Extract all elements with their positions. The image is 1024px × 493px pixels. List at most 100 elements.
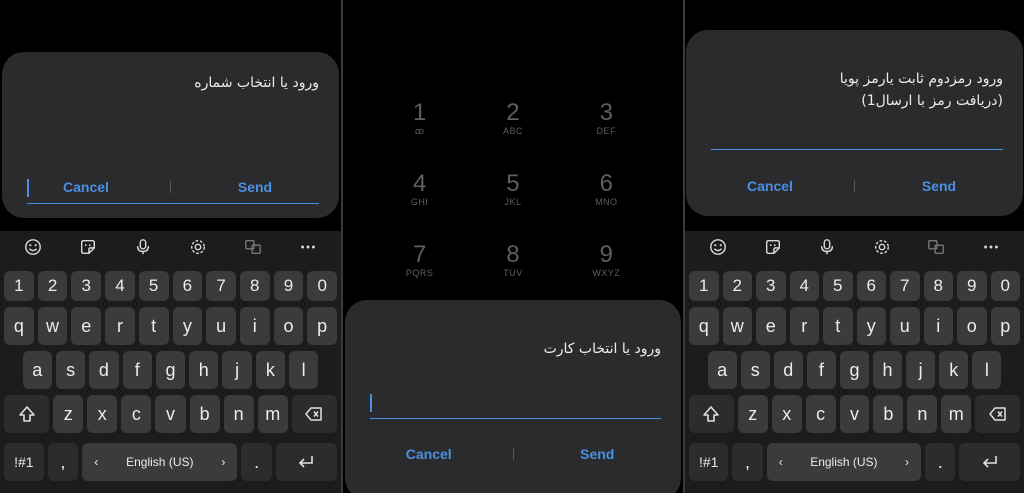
dialpad-key-2[interactable]: 2 ABC [483, 100, 543, 137]
dialpad-key-4[interactable]: 4 GHI [390, 171, 450, 208]
key-0[interactable]: 0 [990, 271, 1020, 301]
password-input[interactable] [711, 122, 1003, 150]
key-4[interactable]: 4 [789, 271, 819, 301]
key-r[interactable]: r [789, 307, 819, 345]
dialpad-key-5[interactable]: 5 JKL [483, 171, 543, 208]
key-a[interactable]: a [22, 351, 52, 389]
key-z[interactable]: z [737, 395, 768, 433]
key-f[interactable]: f [122, 351, 152, 389]
key-v[interactable]: v [155, 395, 186, 433]
key-u[interactable]: u [206, 307, 236, 345]
cancel-button[interactable]: Cancel [686, 171, 854, 201]
key-1[interactable]: 1 [4, 271, 34, 301]
space-key[interactable]: ‹ English (US) › [82, 443, 238, 481]
key-o[interactable]: o [273, 307, 304, 345]
key-d[interactable]: d [89, 351, 119, 389]
key-k[interactable]: k [255, 351, 286, 389]
key-3[interactable]: 3 [71, 271, 102, 301]
key-5[interactable]: 5 [138, 271, 169, 301]
key-n[interactable]: n [223, 395, 254, 433]
comma-key[interactable]: , [47, 443, 79, 481]
dialpad-key-6[interactable]: 6 MNO [576, 171, 636, 208]
key-r[interactable]: r [105, 307, 135, 345]
key-j[interactable]: j [222, 351, 252, 389]
cancel-button[interactable]: Cancel [2, 172, 170, 202]
key-2[interactable]: 2 [722, 271, 752, 301]
key-z[interactable]: z [53, 395, 84, 433]
key-p[interactable]: p [990, 307, 1020, 345]
translate-icon[interactable] [925, 236, 947, 258]
comma-key[interactable]: , [732, 443, 763, 481]
key-w[interactable]: w [722, 307, 752, 345]
enter-key[interactable] [959, 443, 1020, 481]
translate-icon[interactable] [242, 236, 264, 258]
key-q[interactable]: q [4, 307, 34, 345]
shift-key[interactable] [689, 395, 734, 433]
key-y[interactable]: y [172, 307, 203, 345]
key-7[interactable]: 7 [206, 271, 236, 301]
emoji-icon[interactable] [22, 236, 44, 258]
key-d[interactable]: d [773, 351, 803, 389]
key-h[interactable]: h [189, 351, 219, 389]
send-button[interactable]: Send [855, 171, 1023, 201]
key-p[interactable]: p [307, 307, 338, 345]
key-f[interactable]: f [806, 351, 836, 389]
symbols-key[interactable]: !#1 [689, 443, 729, 481]
key-0[interactable]: 0 [307, 271, 338, 301]
key-b[interactable]: b [189, 395, 220, 433]
enter-key[interactable] [275, 443, 337, 481]
backspace-key[interactable] [975, 395, 1021, 433]
key-c[interactable]: c [121, 395, 152, 433]
card-input[interactable] [370, 391, 661, 419]
period-key[interactable]: . [925, 443, 956, 481]
key-4[interactable]: 4 [105, 271, 135, 301]
settings-icon[interactable] [187, 236, 209, 258]
backspace-key[interactable] [291, 395, 337, 433]
key-v[interactable]: v [839, 395, 870, 433]
mic-icon[interactable] [132, 236, 154, 258]
dialpad-key-9[interactable]: 9 WXYZ [576, 242, 636, 279]
send-button[interactable]: Send [514, 439, 682, 469]
more-icon[interactable] [980, 236, 1002, 258]
key-c[interactable]: c [805, 395, 836, 433]
key-u[interactable]: u [890, 307, 920, 345]
key-6[interactable]: 6 [172, 271, 203, 301]
key-w[interactable]: w [37, 307, 68, 345]
key-s[interactable]: s [740, 351, 770, 389]
key-e[interactable]: e [756, 307, 786, 345]
key-2[interactable]: 2 [37, 271, 68, 301]
key-o[interactable]: o [957, 307, 987, 345]
key-b[interactable]: b [873, 395, 904, 433]
key-i[interactable]: i [239, 307, 270, 345]
key-m[interactable]: m [257, 395, 288, 433]
key-l[interactable]: l [289, 351, 319, 389]
key-8[interactable]: 8 [923, 271, 953, 301]
key-i[interactable]: i [923, 307, 953, 345]
sticker-icon[interactable] [762, 236, 784, 258]
settings-icon[interactable] [871, 236, 893, 258]
dialpad-key-1[interactable]: 1ꝏ [390, 100, 450, 137]
key-a[interactable]: a [707, 351, 737, 389]
key-g[interactable]: g [839, 351, 870, 389]
dialpad-key-3[interactable]: 3 DEF [576, 100, 636, 137]
key-y[interactable]: y [856, 307, 886, 345]
key-9[interactable]: 9 [273, 271, 304, 301]
key-q[interactable]: q [689, 307, 719, 345]
dialpad-key-8[interactable]: 8 TUV [483, 242, 543, 279]
key-g[interactable]: g [155, 351, 186, 389]
key-7[interactable]: 7 [890, 271, 920, 301]
space-key[interactable]: ‹ English (US) › [766, 443, 922, 481]
key-9[interactable]: 9 [957, 271, 987, 301]
sticker-icon[interactable] [77, 236, 99, 258]
shift-key[interactable] [4, 395, 50, 433]
key-h[interactable]: h [873, 351, 903, 389]
key-8[interactable]: 8 [239, 271, 270, 301]
key-t[interactable]: t [138, 307, 169, 345]
key-t[interactable]: t [823, 307, 853, 345]
key-n[interactable]: n [907, 395, 938, 433]
dialpad-key-7[interactable]: 7 PQRS [390, 242, 450, 279]
key-k[interactable]: k [939, 351, 969, 389]
key-l[interactable]: l [972, 351, 1002, 389]
key-j[interactable]: j [906, 351, 936, 389]
key-1[interactable]: 1 [689, 271, 719, 301]
